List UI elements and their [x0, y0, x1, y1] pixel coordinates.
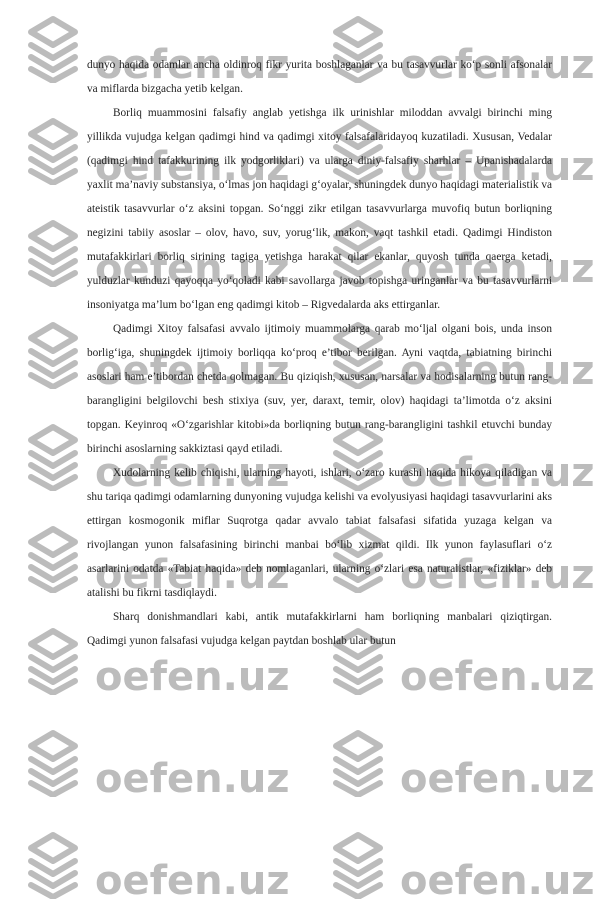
watermark-text: oefen.uz: [400, 654, 595, 700]
watermark-text: oefen.uz: [400, 858, 595, 904]
watermark: oefen.uz: [330, 729, 595, 802]
watermark: oefen.uz: [330, 831, 595, 904]
layers-stack-icon: [25, 831, 81, 899]
watermark-text: oefen.uz: [95, 654, 290, 700]
layers-stack-icon: [25, 117, 81, 185]
layers-stack-icon: [25, 423, 81, 491]
paragraph: Xudolarning kelib chiqishi, ularning hay…: [87, 467, 552, 599]
watermark-text: oefen.uz: [95, 756, 290, 802]
layers-stack-icon: [25, 219, 81, 287]
paragraph: Sharq donishmandlari kabi, antik mutafak…: [87, 611, 552, 647]
watermark-text: oefen.uz: [95, 858, 290, 904]
watermark: oefen.uz: [25, 729, 290, 802]
layers-stack-icon: [25, 525, 81, 593]
layers-stack-icon: [25, 627, 81, 695]
layers-stack-icon: [330, 729, 386, 797]
watermark: oefen.uz: [25, 831, 290, 904]
paragraph: Borliq muammosini falsafiy anglab yetish…: [87, 107, 552, 311]
layers-stack-icon: [25, 321, 81, 389]
layers-stack-icon: [25, 15, 81, 83]
paragraph: Qadimgi Xitoy falsafasi avvalo ijtimoiy …: [87, 323, 552, 455]
document-page: dunyo haqida odamlar ancha oldinroq fikr…: [87, 53, 552, 653]
layers-stack-icon: [330, 831, 386, 899]
paragraph: dunyo haqida odamlar ancha oldinroq fikr…: [87, 59, 552, 95]
watermark-text: oefen.uz: [400, 756, 595, 802]
layers-stack-icon: [25, 729, 81, 797]
